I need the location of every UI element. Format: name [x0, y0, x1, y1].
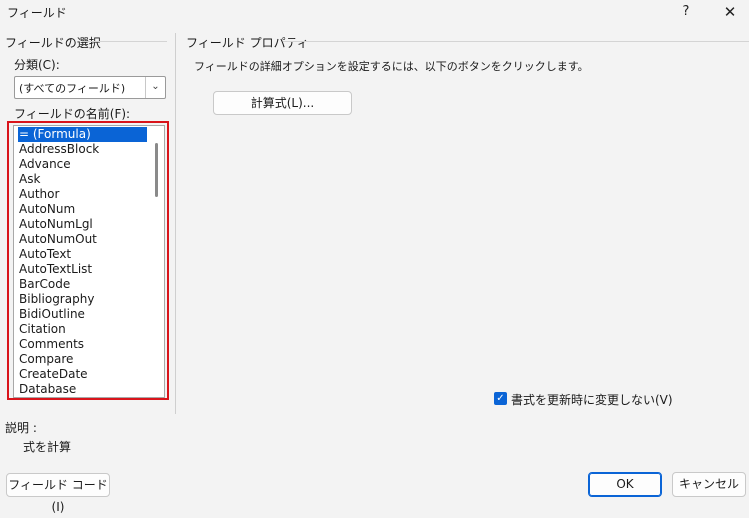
- field-select-heading: フィールドの選択: [5, 36, 101, 50]
- description-text: 式を計算: [23, 440, 72, 454]
- ok-button[interactable]: OK: [588, 472, 662, 497]
- field-list-item[interactable]: AutoTextList: [18, 262, 147, 277]
- group-divider: [283, 41, 749, 42]
- field-list-item[interactable]: CreateDate: [18, 367, 147, 382]
- field-list-item[interactable]: Author: [18, 187, 147, 202]
- field-list-item[interactable]: Advance: [18, 157, 147, 172]
- category-dropdown[interactable]: (すべてのフィールド) ⌄: [14, 76, 166, 99]
- field-list-item[interactable]: Database: [18, 382, 147, 397]
- field-list-item[interactable]: = (Formula): [18, 127, 147, 142]
- close-button[interactable]: ✕: [719, 2, 741, 22]
- field-list-item[interactable]: AutoNumLgl: [18, 217, 147, 232]
- field-list-item[interactable]: Comments: [18, 337, 147, 352]
- field-list-item[interactable]: Ask: [18, 172, 147, 187]
- panel-divider: [175, 33, 176, 414]
- properties-description: フィールドの詳細オプションを設定するには、以下のボタンをクリックします。: [194, 60, 589, 73]
- description-heading: 説明 :: [5, 421, 37, 435]
- chevron-down-icon[interactable]: ⌄: [145, 77, 165, 98]
- field-names-label: フィールドの名前(F):: [14, 107, 131, 121]
- scrollbar-thumb[interactable]: [155, 143, 158, 197]
- field-list-item[interactable]: AutoNumOut: [18, 232, 147, 247]
- field-list-item[interactable]: Citation: [18, 322, 147, 337]
- field-names-listbox[interactable]: = (Formula) AddressBlock Advance Ask Author A…: [13, 125, 165, 398]
- field-list-item[interactable]: AddressBlock: [18, 142, 147, 157]
- category-value: (すべてのフィールド): [19, 82, 126, 95]
- formula-button[interactable]: 計算式(L)...: [213, 91, 352, 115]
- help-button[interactable]: ?: [675, 2, 697, 22]
- field-list-item[interactable]: BarCode: [18, 277, 147, 292]
- field-list-item[interactable]: Compare: [18, 352, 147, 367]
- category-label: 分類(C):: [14, 58, 60, 72]
- field-properties-heading: フィールド プロパティ: [186, 36, 309, 50]
- cancel-button[interactable]: キャンセル: [672, 472, 746, 497]
- checkmark-icon[interactable]: ✓: [494, 392, 507, 405]
- field-list-item[interactable]: AutoNum: [18, 202, 147, 217]
- title-bar: フィールド ? ✕: [0, 0, 749, 24]
- field-codes-button[interactable]: フィールド コード(I): [6, 473, 110, 514]
- field-list-item[interactable]: Bibliography: [18, 292, 147, 307]
- group-divider: [82, 41, 167, 42]
- window-title: フィールド: [7, 6, 67, 20]
- field-list-item[interactable]: BidiOutline: [18, 307, 147, 322]
- preserve-format-label[interactable]: 書式を更新時に変更しない(V): [511, 391, 673, 408]
- field-list-item[interactable]: AutoText: [18, 247, 147, 262]
